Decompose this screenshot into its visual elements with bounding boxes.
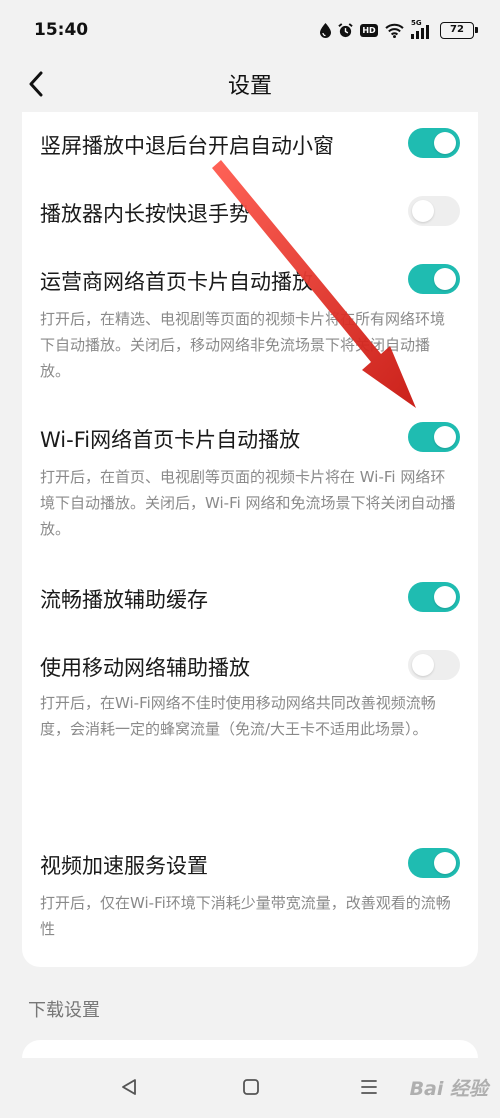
nav-home-button[interactable] [238,1074,264,1100]
status-time: 15:40 [34,20,89,40]
setting-title: 运营商网络首页卡片自动播放 [40,270,313,294]
mobile-assist-toggle[interactable] [408,650,460,680]
setting-description: 打开后，仅在Wi-Fi环境下消耗少量带宽流量，改善观看的流畅性 [40,894,451,938]
carrier-autoplay-toggle[interactable] [408,264,460,294]
setting-description: 打开后，在Wi-Fi网络不佳时使用移动网络共同改善视频流畅度，会消耗一定的蜂窝流… [40,694,436,738]
hd-icon: HD [360,23,378,37]
setting-description: 打开后，在精选、电视剧等页面的视频卡片将在所有网络环境下自动播放。关闭后，移动网… [40,310,446,380]
wifi-icon [385,23,404,38]
battery-icon: 72 [440,21,478,39]
download-section-header: 下载设置 [28,1000,100,1021]
smooth-cache-toggle[interactable] [408,582,460,612]
auto-mini-window-toggle[interactable] [408,128,460,158]
wifi-autoplay-toggle[interactable] [408,422,460,452]
setting-title: 竖屏播放中退后台开启自动小窗 [40,134,334,158]
nav-menu-button[interactable] [356,1074,382,1100]
alarm-icon [338,22,353,37]
status-bar: 15:40 HD 5G 72 [0,0,500,60]
square-home-icon [243,1079,259,1095]
rewind-gesture-toggle[interactable] [408,196,460,226]
status-icons: HD 5G 72 [320,19,478,40]
nav-header: 设置 [0,60,500,112]
setting-title: 播放器内长按快退手势 [40,202,250,226]
setting-title: 流畅播放辅助缓存 [40,588,208,612]
setting-title: 视频加速服务设置 [40,854,208,878]
settings-card: 竖屏播放中退后台开启自动小窗 播放器内长按快退手势 运营商网络首页卡片自动播放 … [22,112,478,967]
page-title: 设置 [227,74,272,99]
drop-icon [320,22,331,38]
watermark: Bai 经验 [409,1078,488,1100]
nav-back-button[interactable] [116,1074,142,1100]
setting-title: Wi-Fi网络首页卡片自动播放 [40,428,301,452]
video-acceleration-toggle[interactable] [408,848,460,878]
setting-description: 打开后，在首页、电视剧等页面的视频卡片将在 Wi-Fi 网络环境下自动播放。关闭… [40,468,456,538]
triangle-back-icon [122,1079,136,1095]
signal-icon: 5G [411,19,433,39]
setting-title: 使用移动网络辅助播放 [40,656,250,680]
menu-icon [361,1080,377,1094]
